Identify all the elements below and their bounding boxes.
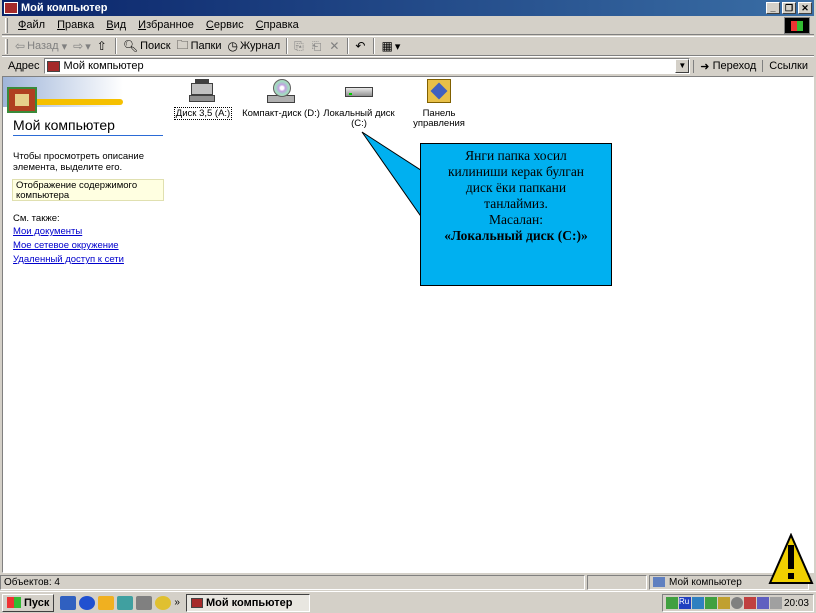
tray-icon[interactable] [692,597,704,609]
explorer-window: Мой компьютер _ ❐ ✕ Файл Правка Вид Избр… [0,0,816,591]
internet-explorer-icon[interactable] [79,595,96,610]
app-icon[interactable] [155,595,172,610]
callout-text: Янги папка хосил килиниши керак булган д… [444,148,588,243]
my-computer-icon [190,597,203,608]
tray-icon[interactable] [666,597,678,609]
language-indicator-icon[interactable]: Ru [679,597,691,609]
status-object-count: Объектов: 4 [0,574,585,590]
tray-icon[interactable] [731,597,743,609]
start-button[interactable]: Пуск [2,593,55,612]
tray-icon[interactable] [705,597,717,609]
computer-icon [653,577,665,587]
tray-icon[interactable] [744,597,756,609]
status-empty [587,574,647,590]
tray-icon[interactable] [757,597,769,609]
taskbar-button-my-computer[interactable]: Мой компьютер [185,593,310,612]
app-icon[interactable] [117,595,134,610]
clock[interactable]: 20:03 [784,598,809,609]
media-player-icon[interactable] [98,595,115,610]
volume-icon[interactable] [770,597,782,609]
system-tray: Ru 20:03 [662,594,814,612]
quick-launch [60,595,174,610]
desktop-icon[interactable] [60,595,77,610]
callout-pointer [361,131,434,217]
windows-flag-icon [7,597,21,608]
tray-icon[interactable] [718,597,730,609]
taskbar: Пуск » Мой компьютер Ru 20:03 [0,591,816,613]
warning-icon [768,533,814,584]
quick-launch-chevron-icon[interactable]: » [174,597,180,608]
status-bar: Объектов: 4 Мой компьютер [0,573,816,591]
app-icon[interactable] [136,595,153,610]
